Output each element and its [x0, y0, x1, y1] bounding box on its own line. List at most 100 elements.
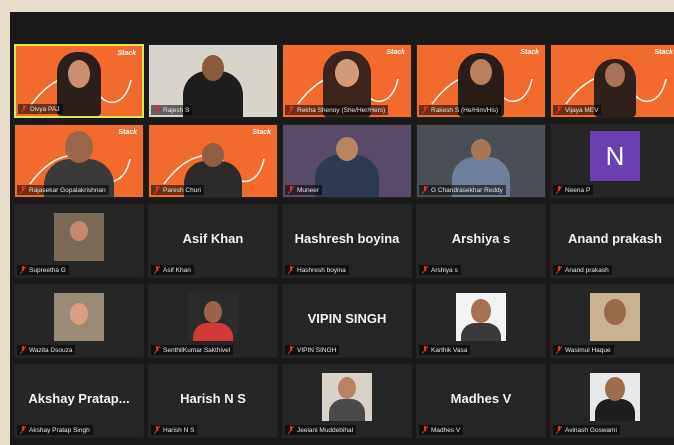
participant-tile-rekha[interactable]: Stack Rekha Shenoy (She/Her/Hers) [282, 44, 412, 118]
face [605, 377, 625, 401]
participant-name-label: Avinash Goswami [553, 425, 620, 435]
mic-muted-icon [288, 266, 294, 274]
participant-tile-chandrasekhar[interactable]: G Chandrasekhar Reddy [416, 124, 546, 198]
mic-muted-icon [20, 346, 26, 354]
participant-tile-arshiya[interactable]: Arshiya s Arshiya s [416, 204, 546, 278]
mic-muted-icon [422, 106, 428, 114]
face [335, 59, 359, 87]
participant-tile-rakesh[interactable]: Stack Rakesh S (He/Him/His) [416, 44, 546, 118]
participant-tile-asif[interactable]: Asif Khan Asif Khan [148, 204, 278, 278]
participant-tile-senthilkumar[interactable]: SenthilKumar Sakthivel [148, 284, 278, 358]
participant-display-name: Akshay Pratap... [28, 391, 130, 406]
participant-display-name: Hashresh boyina [294, 231, 400, 246]
participant-video [315, 155, 379, 197]
participant-tile-madhes[interactable]: Madhes V Madhes V [416, 364, 546, 438]
mic-muted-icon [154, 266, 160, 274]
participant-name-label: Madhes V [419, 425, 464, 435]
participant-tile-jeelani[interactable]: Jeelani Muddebihal [282, 364, 412, 438]
mic-muted-icon [21, 105, 27, 113]
face [65, 131, 93, 163]
brand-logo: Stack [252, 129, 271, 136]
participant-name-label: Karthik Vasa [419, 345, 471, 355]
face [202, 55, 224, 81]
participant-display-name: Harish N S [180, 391, 246, 406]
participant-tile-wasimul[interactable]: Wasimul Haque [550, 284, 674, 358]
participant-tile-rajasekar[interactable]: Stack Rajasekar Gopalakrishnan [14, 124, 144, 198]
participant-name-label: Rakesh S (He/Him/His) [419, 105, 502, 115]
participant-video [461, 323, 501, 341]
participant-avatar: N [590, 131, 640, 181]
participant-tile-avinash[interactable]: Avinash Goswami [550, 364, 674, 438]
participant-name-label: Rajesh S [151, 105, 193, 115]
participant-name-label: SenthilKumar Sakthivel [151, 345, 234, 355]
participant-tile-rajesh[interactable]: Rajesh S [148, 44, 278, 118]
participant-display-name: VIPIN SINGH [307, 311, 387, 326]
mic-muted-icon [556, 186, 562, 194]
participant-tile-harish[interactable]: Harish N S Harish N S [148, 364, 278, 438]
participant-tile-neena[interactable]: N Neena P [550, 124, 674, 198]
brand-logo: Stack [520, 49, 539, 56]
participant-display-name: Arshiya s [451, 231, 511, 246]
participant-name-label: Anand prakash [553, 265, 612, 275]
participant-tile-wazita[interactable]: Wazita Dsouza [14, 284, 144, 358]
participant-name-label: Vijaya MEV [553, 105, 602, 115]
participant-display-name: Madhes V [450, 391, 512, 406]
face [471, 139, 491, 161]
face [202, 143, 224, 167]
mic-muted-icon [556, 106, 562, 114]
face [70, 221, 88, 241]
participant-tile-paresh[interactable]: Stack Paresh Churi [148, 124, 278, 198]
participant-tile-vipin[interactable]: VIPIN SINGH VIPIN SINGH [282, 284, 412, 358]
brand-logo: Stack [117, 50, 136, 57]
mic-muted-icon [556, 266, 562, 274]
mic-muted-icon [288, 186, 294, 194]
participant-tile-anand[interactable]: Anand prakash Anand prakash [550, 204, 674, 278]
mic-muted-icon [20, 426, 26, 434]
participant-name-label: Akshay Pratap Singh [17, 425, 93, 435]
face [470, 59, 492, 85]
face [70, 303, 88, 325]
participant-video [193, 323, 233, 341]
mic-muted-icon [154, 426, 160, 434]
participant-name-label: Muneer [285, 185, 323, 195]
face [604, 299, 626, 325]
participant-name-label: Rajasekar Gopalakrishnan [17, 185, 109, 195]
face [204, 301, 222, 323]
participant-name-label: Jeelani Muddebihal [285, 425, 357, 435]
mic-muted-icon [154, 346, 160, 354]
face [605, 63, 625, 87]
participant-name-label: Wasimul Haque [553, 345, 614, 355]
mic-muted-icon [154, 106, 160, 114]
participant-tile-karthik[interactable]: Karthik Vasa [416, 284, 546, 358]
brand-logo: Stack [386, 49, 405, 56]
participant-tile-muneer[interactable]: Muneer [282, 124, 412, 198]
participant-video [329, 399, 365, 421]
participant-name-label: Wazita Dsouza [17, 345, 76, 355]
face [338, 377, 356, 399]
mic-muted-icon [20, 266, 26, 274]
participant-display-name: Asif Khan [182, 231, 244, 246]
participant-grid: Stack Divya PAJ Rajesh S Stack Rekha She… [14, 44, 674, 438]
participant-tile-supreetha[interactable]: Supreetha G [14, 204, 144, 278]
participant-tile-akshay[interactable]: Akshay Pratap... Akshay Pratap Singh [14, 364, 144, 438]
participant-name-label: VIPIN SINGH [285, 345, 340, 355]
mic-muted-icon [556, 426, 562, 434]
mic-muted-icon [556, 346, 562, 354]
participant-tile-vijaya[interactable]: Stack Vijaya MEV [550, 44, 674, 118]
face [471, 299, 491, 323]
participant-tile-hashresh[interactable]: Hashresh boyina Hashresh boyina [282, 204, 412, 278]
mic-muted-icon [288, 426, 294, 434]
mic-muted-icon [422, 266, 428, 274]
participant-tile-divya[interactable]: Stack Divya PAJ [14, 44, 144, 118]
face [68, 60, 90, 88]
participant-display-name: Anand prakash [568, 231, 662, 246]
mic-muted-icon [288, 346, 294, 354]
participant-name-label: Divya PAJ [18, 104, 63, 114]
brand-logo: Stack [654, 49, 673, 56]
participant-name-label: Paresh Churi [151, 185, 204, 195]
mic-muted-icon [422, 346, 428, 354]
participant-name-label: Neena P [553, 185, 594, 195]
face [336, 137, 358, 161]
participant-name-label: Arshiya s [419, 265, 461, 275]
brand-logo: Stack [118, 129, 137, 136]
